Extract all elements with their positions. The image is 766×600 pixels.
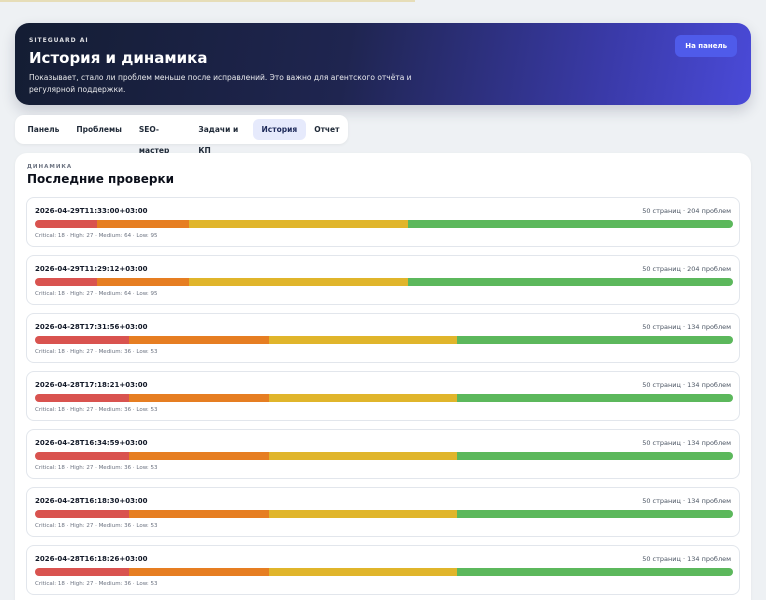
page-title: История и динамика [29, 49, 208, 67]
run-summary: 50 страниц · 134 проблем [642, 439, 731, 447]
severity-segment-high [128, 452, 270, 460]
run-severity-counts: Critical: 18 · High: 27 · Medium: 36 · L… [35, 581, 158, 587]
run-severity-counts: Critical: 18 · High: 27 · Medium: 64 · L… [35, 233, 158, 239]
run-severity-counts: Critical: 18 · High: 27 · Medium: 36 · L… [35, 407, 158, 413]
tab-history[interactable]: История [253, 119, 306, 140]
hero-banner: SITEGUARD AI История и динамика Показыва… [15, 23, 751, 105]
severity-segment-critical [35, 452, 129, 460]
severity-segment-high [128, 336, 270, 344]
severity-segment-high [128, 510, 270, 518]
severity-segment-medium [188, 278, 408, 286]
severity-segment-critical [35, 336, 129, 344]
run-summary: 50 страниц · 134 проблем [642, 381, 731, 389]
severity-segment-low [407, 278, 733, 286]
severity-segment-critical [35, 278, 97, 286]
run-severity-counts: Critical: 18 · High: 27 · Medium: 36 · L… [35, 349, 158, 355]
run-severity-counts: Critical: 18 · High: 27 · Medium: 36 · L… [35, 465, 158, 471]
run-summary: 50 страниц · 134 проблем [642, 323, 731, 331]
tab-problems[interactable]: Проблемы [68, 119, 131, 140]
severity-segment-low [456, 394, 733, 402]
severity-segment-medium [269, 452, 457, 460]
severity-segment-medium [269, 336, 457, 344]
severity-segment-low [407, 220, 733, 228]
section-title: Последние проверки [27, 172, 175, 186]
run-summary: 50 страниц · 204 проблем [642, 265, 731, 273]
top-strip [0, 0, 415, 2]
severity-segment-critical [35, 568, 129, 576]
run-date: 2026-04-28T16:18:26+03:00 [35, 555, 148, 563]
severity-segment-high [96, 278, 189, 286]
severity-segment-high [128, 568, 270, 576]
severity-segment-low [456, 336, 733, 344]
severity-segment-medium [269, 568, 457, 576]
severity-segment-high [128, 394, 270, 402]
tab-panel[interactable]: Панель [19, 119, 68, 140]
severity-segment-low [456, 452, 733, 460]
severity-segment-medium [188, 220, 408, 228]
severity-segment-low [456, 568, 733, 576]
run-date: 2026-04-28T16:34:59+03:00 [35, 439, 148, 447]
run-date: 2026-04-29T11:29:12+03:00 [35, 265, 148, 273]
severity-bar [35, 394, 733, 402]
run-severity-counts: Critical: 18 · High: 27 · Medium: 36 · L… [35, 523, 158, 529]
run-date: 2026-04-28T17:18:21+03:00 [35, 381, 148, 389]
tab-tasks[interactable]: Задачи и КП [190, 119, 253, 155]
severity-bar [35, 568, 733, 576]
run-date: 2026-04-29T11:33:00+03:00 [35, 207, 148, 215]
severity-segment-critical [35, 510, 129, 518]
run-summary: 50 страниц · 134 проблем [642, 497, 731, 505]
history-card: ДИНАМИКА Последние проверки 2026-04-29T1… [15, 153, 751, 600]
tab-report[interactable]: Отчет [306, 119, 348, 140]
page-subtitle: Показывает, стало ли проблем меньше посл… [29, 73, 412, 94]
tab-bar: Панель Проблемы SEO-мастер Задачи и КП И… [15, 115, 348, 155]
severity-segment-medium [269, 510, 457, 518]
run-date: 2026-04-28T16:18:30+03:00 [35, 497, 148, 505]
severity-bar [35, 220, 733, 228]
severity-segment-critical [35, 394, 129, 402]
history-run-row[interactable]: 2026-04-28T17:31:56+03:00 50 страниц · 13… [26, 313, 740, 363]
history-run-row[interactable]: 2026-04-28T16:34:59+03:00 50 страниц · 13… [26, 429, 740, 479]
run-summary: 50 страниц · 204 проблем [642, 207, 731, 215]
severity-segment-low [456, 510, 733, 518]
history-run-row[interactable]: 2026-04-28T16:18:26+03:00 50 страниц · 13… [26, 545, 740, 595]
tab-seo-master[interactable]: SEO-мастер [130, 119, 190, 155]
severity-bar [35, 336, 733, 344]
severity-segment-critical [35, 220, 97, 228]
history-run-row[interactable]: 2026-04-28T16:18:30+03:00 50 страниц · 13… [26, 487, 740, 537]
run-severity-counts: Critical: 18 · High: 27 · Medium: 64 · L… [35, 291, 158, 297]
severity-bar [35, 452, 733, 460]
to-panel-button[interactable]: На панель [675, 35, 737, 57]
run-date: 2026-04-28T17:31:56+03:00 [35, 323, 148, 331]
severity-bar [35, 278, 733, 286]
severity-segment-medium [269, 394, 457, 402]
severity-bar [35, 510, 733, 518]
history-run-row[interactable]: 2026-04-28T17:18:21+03:00 50 страниц · 13… [26, 371, 740, 421]
section-kicker: ДИНАМИКА [27, 164, 73, 170]
brand-label: SITEGUARD AI [29, 37, 89, 44]
history-run-row[interactable]: 2026-04-29T11:33:00+03:00 50 страниц · 20… [26, 197, 740, 247]
history-run-row[interactable]: 2026-04-29T11:29:12+03:00 50 страниц · 20… [26, 255, 740, 305]
run-summary: 50 страниц · 134 проблем [642, 555, 731, 563]
severity-segment-high [96, 220, 189, 228]
